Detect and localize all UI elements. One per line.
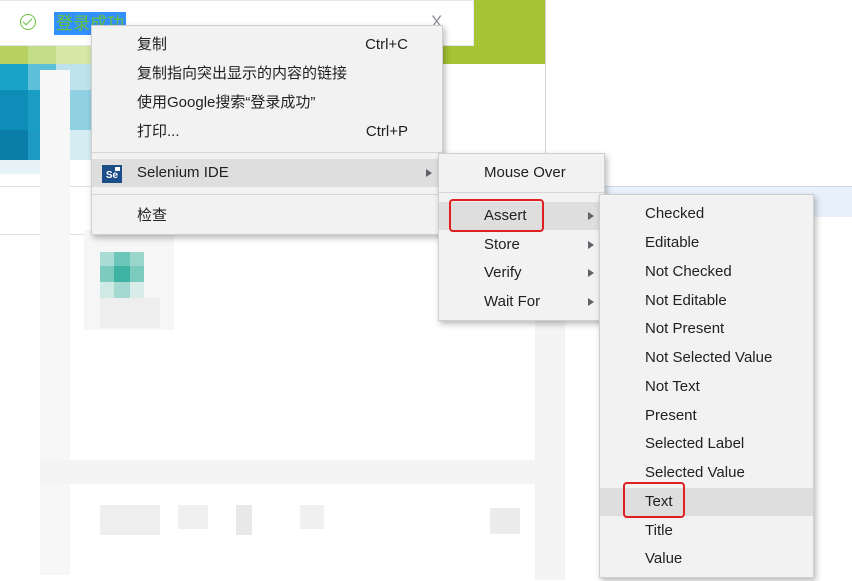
menu-item-checked[interactable]: Checked (600, 200, 813, 228)
menu-item-label: 复制 (137, 36, 168, 53)
menu-item-mouse-over[interactable]: Mouse Over (439, 159, 604, 187)
menu-item-label: 复制指向突出显示的内容的链接 (137, 65, 348, 82)
assert-submenu: Checked Editable Not Checked Not Editabl… (599, 194, 814, 578)
menu-item-editable[interactable]: Editable (600, 229, 813, 257)
menu-separator (439, 192, 604, 193)
menu-item-label: 打印... (137, 123, 180, 140)
menu-separator (92, 152, 442, 153)
menu-item-label: Selenium IDE (137, 164, 229, 181)
menu-item-not-editable[interactable]: Not Editable (600, 287, 813, 315)
annotation-box-text (623, 482, 685, 518)
menu-item-label: Not Editable (645, 292, 727, 309)
menu-item-inspect[interactable]: 检查 (92, 202, 442, 230)
menu-item-label: Mouse Over (484, 164, 566, 181)
menu-item-label: Checked (645, 205, 705, 222)
menu-separator (92, 194, 442, 195)
menu-item-wait-for[interactable]: Wait For (439, 288, 604, 316)
submenu-arrow-icon (588, 298, 594, 306)
menu-item-label: Not Selected Value (645, 349, 773, 366)
menu-item-not-selected-value[interactable]: Not Selected Value (600, 344, 813, 372)
menu-item-label: 使用Google搜索“登录成功” (137, 94, 316, 111)
success-check-icon (20, 14, 36, 30)
submenu-arrow-icon (588, 269, 594, 277)
menu-item-not-present[interactable]: Not Present (600, 315, 813, 343)
menu-item-selenium-ide[interactable]: Se Selenium IDE (92, 159, 442, 187)
menu-item-selected-label[interactable]: Selected Label (600, 430, 813, 458)
menu-item-label: Present (645, 407, 697, 424)
annotation-box-assert (449, 199, 544, 232)
menu-item-copy[interactable]: 复制 Ctrl+C (92, 31, 442, 59)
menu-item-not-checked[interactable]: Not Checked (600, 258, 813, 286)
menu-item-present[interactable]: Present (600, 402, 813, 430)
menu-item-label: Not Present (645, 320, 725, 337)
menu-item-label: Not Checked (645, 263, 732, 280)
menu-item-label: Store (484, 236, 520, 253)
menu-item-google-search[interactable]: 使用Google搜索“登录成功” (92, 89, 442, 117)
menu-item-title[interactable]: Title (600, 517, 813, 545)
menu-item-shortcut: Ctrl+C (365, 36, 408, 53)
submenu-arrow-icon (588, 241, 594, 249)
menu-item-label: Title (645, 522, 673, 539)
menu-item-label: Verify (484, 264, 522, 281)
menu-item-label: 检查 (137, 207, 168, 224)
menu-item-label: Value (645, 550, 683, 567)
menu-item-print[interactable]: 打印... Ctrl+P (92, 118, 442, 146)
menu-item-label: Wait For (484, 293, 541, 310)
menu-item-verify[interactable]: Verify (439, 259, 604, 287)
context-menu: 复制 Ctrl+C 复制指向突出显示的内容的链接 使用Google搜索“登录成功… (91, 25, 443, 235)
menu-item-label: Selected Label (645, 435, 745, 452)
menu-item-shortcut: Ctrl+P (365, 123, 408, 140)
selenium-ide-icon: Se (102, 165, 122, 183)
menu-item-value[interactable]: Value (600, 545, 813, 573)
menu-item-store[interactable]: Store (439, 231, 604, 259)
menu-item-copy-link[interactable]: 复制指向突出显示的内容的链接 (92, 60, 442, 88)
submenu-arrow-icon (588, 212, 594, 220)
selenium-submenu: Mouse Over Assert Store Verify Wait For (438, 153, 605, 321)
menu-item-label: Editable (645, 234, 700, 251)
menu-item-label: Not Text (645, 378, 700, 395)
menu-item-not-text[interactable]: Not Text (600, 373, 813, 401)
submenu-arrow-icon (426, 169, 432, 177)
